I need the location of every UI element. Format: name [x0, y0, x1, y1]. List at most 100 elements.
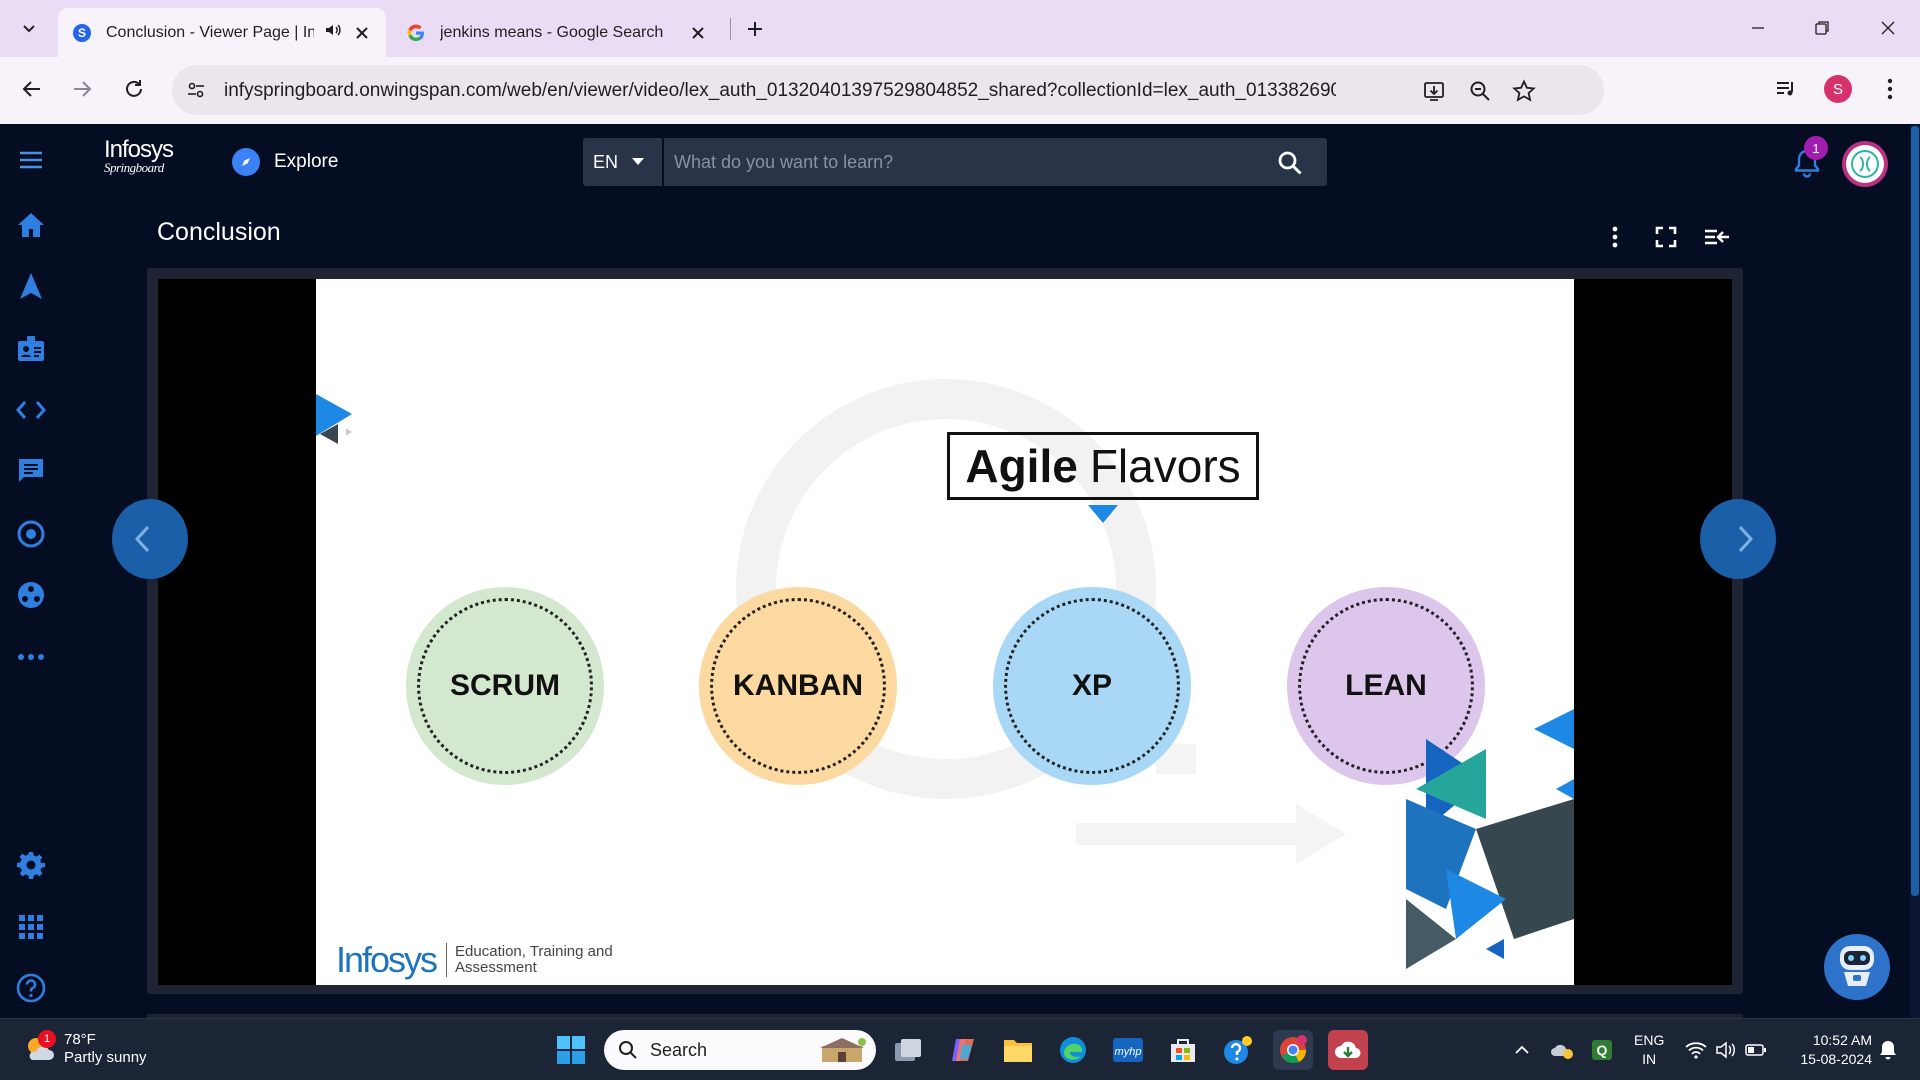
- taskbar-clock[interactable]: 10:52 AM 15-08-2024: [1786, 1031, 1872, 1069]
- sidebar-item-career[interactable]: [12, 329, 50, 367]
- minimize-button[interactable]: [1738, 12, 1778, 44]
- sidebar-item-community[interactable]: [12, 576, 50, 614]
- previous-content-button[interactable]: [112, 499, 188, 579]
- sidebar-item-code[interactable]: [12, 391, 50, 429]
- site-info-icon[interactable]: [184, 78, 208, 102]
- myhp-app[interactable]: myhp: [1108, 1030, 1148, 1070]
- start-button[interactable]: [551, 1030, 591, 1070]
- community-icon: [18, 582, 44, 608]
- new-tab-button[interactable]: [740, 14, 770, 44]
- file-explorer-app[interactable]: [998, 1030, 1038, 1070]
- close-tab-icon[interactable]: [352, 23, 372, 43]
- tab-google-search[interactable]: jenkins means - Google Search: [392, 8, 722, 57]
- bookmark-star-icon[interactable]: [1510, 77, 1538, 105]
- install-app-icon[interactable]: [1420, 77, 1448, 105]
- notification-bell-icon: [1880, 1041, 1896, 1060]
- tips-icon: [1224, 1036, 1252, 1064]
- fullscreen-icon: [1655, 226, 1677, 248]
- springboard-logo[interactable]: Infosys Springboard: [104, 138, 174, 175]
- chatbot-button[interactable]: [1824, 934, 1890, 1000]
- forward-button[interactable]: [64, 71, 100, 107]
- sidebar-menu-button[interactable]: [12, 141, 50, 179]
- browser-menu-button[interactable]: [1874, 73, 1906, 105]
- search-input[interactable]: [674, 151, 1254, 173]
- battery-tray[interactable]: [1742, 1036, 1770, 1064]
- edge-app[interactable]: [1053, 1030, 1093, 1070]
- sidebar-item-settings[interactable]: [12, 846, 50, 884]
- restore-button[interactable]: [1802, 12, 1842, 44]
- tab-search-button[interactable]: [12, 10, 46, 46]
- geometric-decoration: [1406, 709, 1574, 969]
- user-avatar[interactable]: [1842, 141, 1888, 187]
- task-view-button[interactable]: [888, 1030, 928, 1070]
- volume-icon: [1716, 1041, 1735, 1059]
- sidebar-item-more[interactable]: [12, 638, 50, 676]
- copilot-app[interactable]: [943, 1030, 983, 1070]
- url-text[interactable]: infyspringboard.onwingspan.com/web/en/vi…: [224, 80, 1336, 102]
- fullscreen-button[interactable]: [1649, 220, 1683, 254]
- next-content-button[interactable]: [1700, 499, 1776, 579]
- badge-icon: [18, 336, 44, 361]
- collapse-panel-icon: [1705, 229, 1729, 245]
- speaker-icon[interactable]: [324, 21, 342, 44]
- explore-link[interactable]: Explore: [232, 148, 338, 176]
- store-app[interactable]: [1163, 1030, 1203, 1070]
- flavor-circle-xp: XP: [993, 587, 1191, 785]
- footer-tagline-line2: Assessment: [455, 959, 537, 976]
- robot-icon: [1840, 946, 1874, 986]
- weather-widget[interactable]: 1 78°F Partly sunny: [24, 1030, 147, 1067]
- toggle-toc-button[interactable]: [1700, 220, 1734, 254]
- footer-divider: [446, 943, 448, 977]
- taskbar-search-label: Search: [650, 1039, 708, 1060]
- brand-line2: Springboard: [104, 160, 164, 175]
- media-controls-icon[interactable]: [1770, 73, 1802, 105]
- caret-down-icon: [632, 158, 645, 165]
- profile-avatar: S: [1824, 75, 1852, 103]
- wifi-tray[interactable]: [1682, 1036, 1710, 1064]
- notifications-tray[interactable]: [1874, 1036, 1902, 1064]
- language-select[interactable]: EN: [583, 138, 664, 186]
- lang-line2: IN: [1642, 1050, 1657, 1067]
- tips-app[interactable]: [1218, 1030, 1258, 1070]
- close-window-button[interactable]: [1868, 12, 1908, 44]
- copilot-icon: [952, 1039, 974, 1061]
- onedrive-tray[interactable]: [1548, 1036, 1576, 1064]
- player-options-button[interactable]: [1598, 220, 1632, 254]
- sidebar-item-apps[interactable]: [12, 908, 50, 946]
- zoom-icon[interactable]: [1466, 77, 1494, 105]
- task-view-icon: [895, 1039, 921, 1061]
- reload-button[interactable]: [116, 71, 152, 107]
- navigation-arrow-icon: [20, 273, 42, 299]
- page-scrollbar[interactable]: [1910, 124, 1920, 1018]
- svg-text:S: S: [78, 26, 86, 40]
- sidebar-item-help[interactable]: [12, 969, 50, 1007]
- input-language-indicator[interactable]: ENG IN: [1634, 1031, 1664, 1069]
- profile-button[interactable]: S: [1822, 73, 1854, 105]
- download-app[interactable]: [1328, 1030, 1368, 1070]
- chrome-app[interactable]: [1273, 1030, 1313, 1070]
- tab-conclusion[interactable]: S Conclusion - Viewer Page | Infosys Spr…: [58, 8, 386, 57]
- volume-tray[interactable]: [1712, 1036, 1740, 1064]
- sidebar-item-home[interactable]: [12, 206, 50, 244]
- search-highlight-icon: [820, 1038, 866, 1062]
- slide: Agile Flavors SCRUM KANBAN XP LEAN Infos…: [316, 279, 1574, 985]
- store-icon: [1171, 1039, 1195, 1062]
- show-hidden-icons-button[interactable]: [1508, 1036, 1536, 1064]
- sidebar-item-navigate[interactable]: [12, 267, 50, 305]
- search-icon[interactable]: [1277, 150, 1303, 176]
- close-tab-icon[interactable]: [688, 23, 708, 43]
- arrow-left-icon: [22, 81, 40, 97]
- weather-desc: Partly sunny: [64, 1049, 147, 1066]
- back-button[interactable]: [14, 71, 50, 107]
- search-icon: [619, 1041, 637, 1059]
- language-value: EN: [593, 151, 619, 172]
- sidebar-item-target[interactable]: [12, 515, 50, 553]
- home-icon: [18, 213, 44, 237]
- arrow-right-icon: [74, 81, 92, 97]
- video-area[interactable]: Agile Flavors SCRUM KANBAN XP LEAN Infos…: [158, 279, 1732, 985]
- sidebar-item-discussions[interactable]: [12, 452, 50, 490]
- address-bar[interactable]: infyspringboard.onwingspan.com/web/en/vi…: [172, 65, 1604, 115]
- taskbar-search[interactable]: Search: [604, 1030, 876, 1070]
- scrollbar-thumb[interactable]: [1911, 126, 1919, 896]
- quick-heal-tray[interactable]: Q: [1588, 1036, 1616, 1064]
